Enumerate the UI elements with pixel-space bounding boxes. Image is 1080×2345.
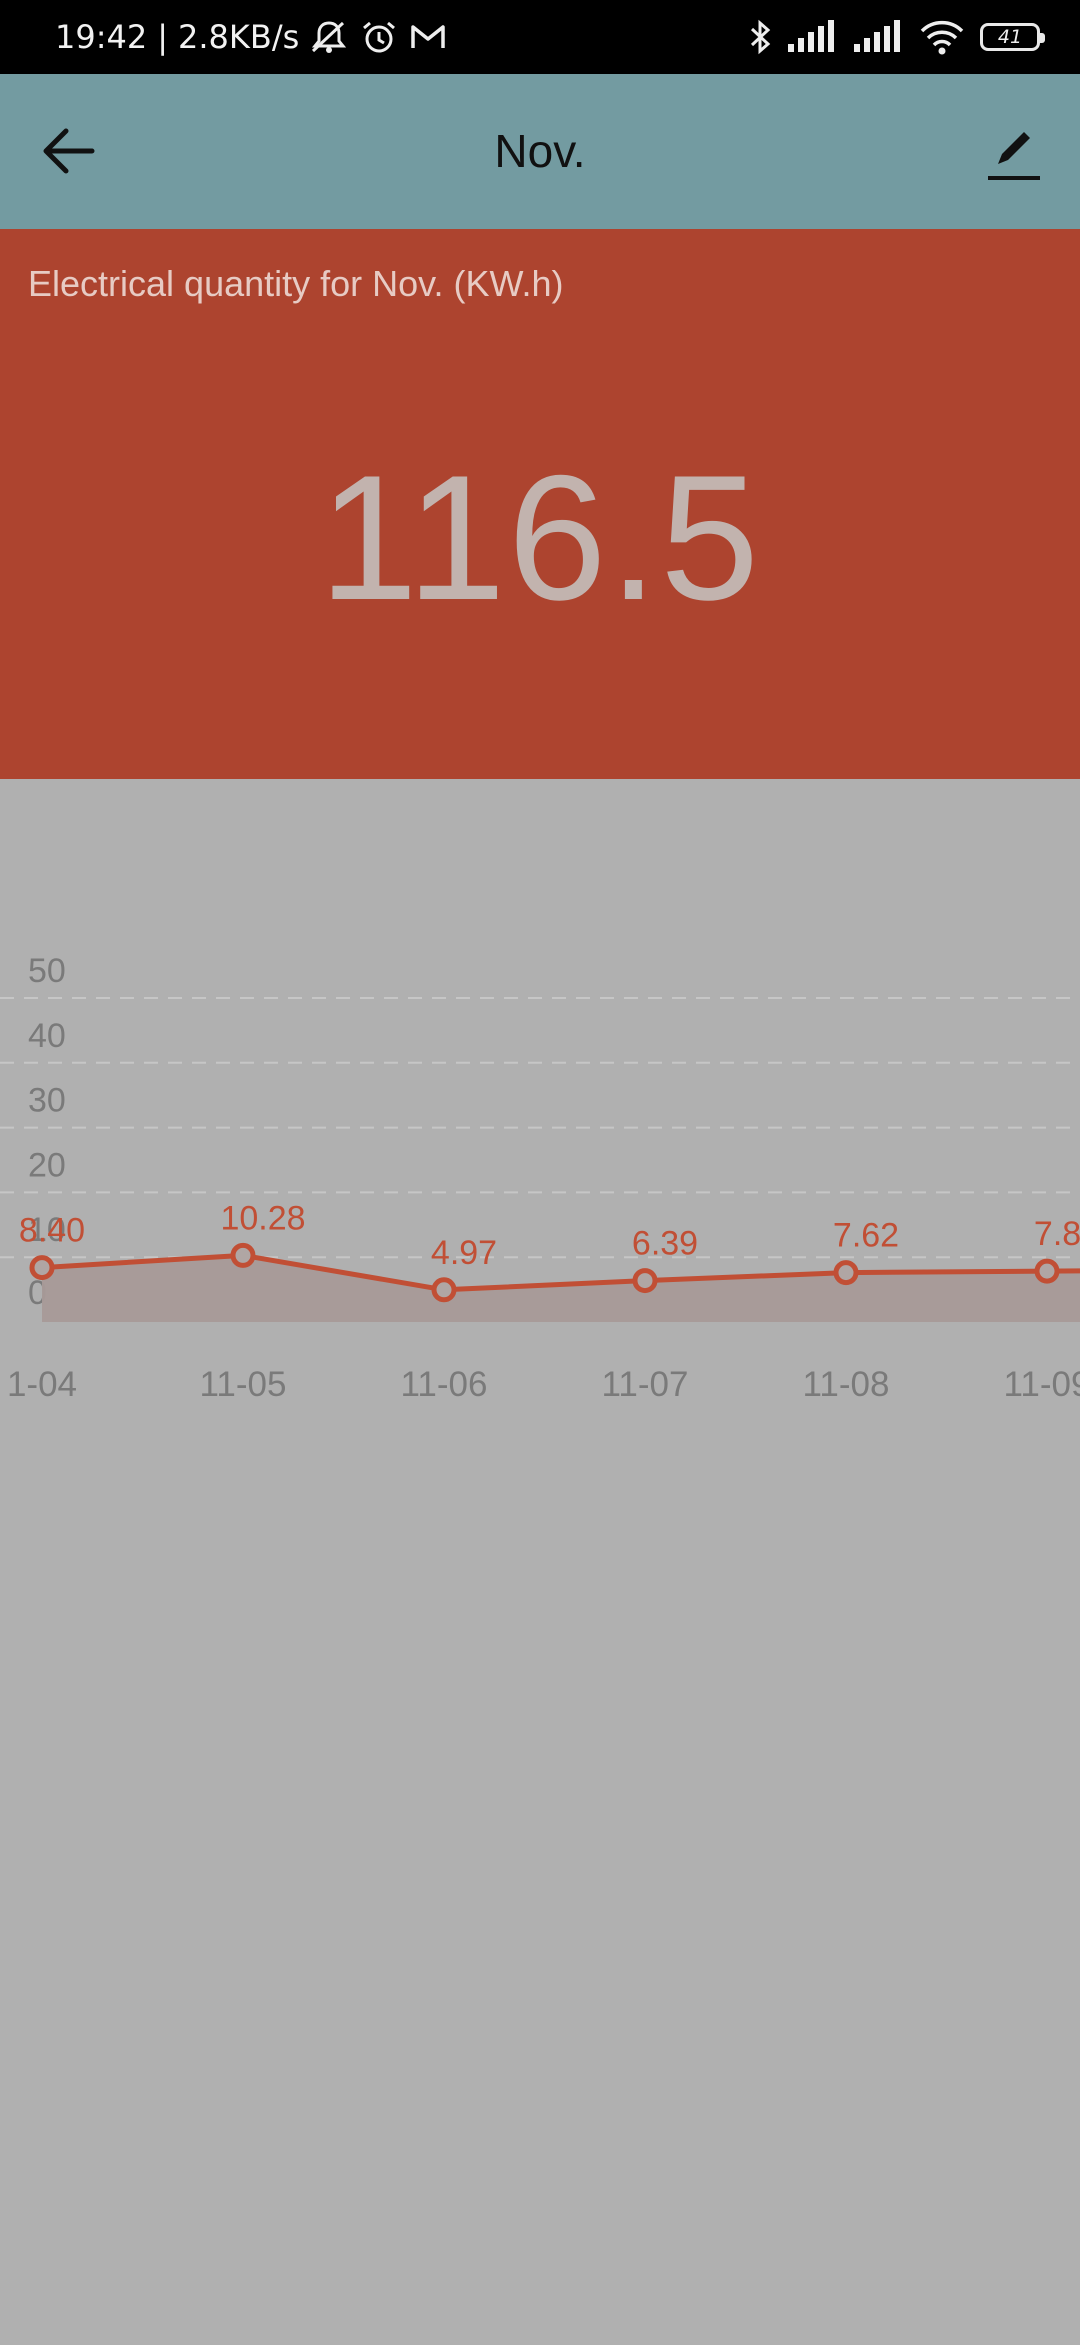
signal-icon xyxy=(852,20,904,54)
x-tick-label: 1-04 xyxy=(7,1365,77,1404)
gmail-icon xyxy=(409,22,447,52)
monthly-summary-card: Electrical quantity for Nov. (KW.h) 116.… xyxy=(0,229,1080,779)
bluetooth-icon xyxy=(748,18,772,56)
battery-icon: 41 xyxy=(980,23,1045,51)
status-separator: | xyxy=(157,18,168,56)
x-tick-label: 11-05 xyxy=(200,1365,287,1404)
summary-label: Electrical quantity for Nov. (KW.h) xyxy=(28,263,564,304)
battery-level: 41 xyxy=(997,26,1023,48)
summary-value: 116.5 xyxy=(318,438,762,637)
data-point xyxy=(431,1277,457,1303)
consumption-chart[interactable]: 010203040508.4010.284.976.397.627.851-04… xyxy=(0,779,1080,2340)
y-tick-label: 50 xyxy=(28,952,66,990)
data-label: 6.39 xyxy=(632,1225,698,1263)
y-tick-label: 20 xyxy=(28,1146,66,1184)
app-bar: Nov. xyxy=(0,74,1080,229)
data-point xyxy=(29,1255,55,1281)
y-tick-label: 40 xyxy=(28,1017,66,1055)
data-label: 10.28 xyxy=(220,1199,305,1237)
status-bar: 19:42 | 2.8KB/s 41 xyxy=(0,0,1080,74)
data-label: 7.62 xyxy=(833,1217,899,1255)
data-label: 4.97 xyxy=(431,1234,497,1272)
status-time: 19:42 xyxy=(55,18,148,56)
data-point xyxy=(1034,1258,1060,1284)
status-speed: 2.8KB/s xyxy=(178,18,300,56)
series-area xyxy=(42,1255,1080,1322)
x-tick-label: 11-06 xyxy=(401,1365,488,1404)
alarm-icon xyxy=(359,19,399,55)
data-point xyxy=(230,1242,256,1268)
bell-off-icon xyxy=(309,19,349,55)
x-tick-label: 11-07 xyxy=(602,1365,689,1404)
signal-icon xyxy=(786,20,838,54)
y-tick-label: 30 xyxy=(28,1082,66,1120)
data-label: 7.85 xyxy=(1034,1215,1080,1253)
chart-svg: 010203040508.4010.284.976.397.627.851-04… xyxy=(0,952,1080,1404)
data-label: 8.40 xyxy=(19,1212,85,1250)
page-title: Nov. xyxy=(494,125,586,177)
edit-button[interactable] xyxy=(982,120,1046,184)
pencil-icon xyxy=(988,132,1040,180)
data-point xyxy=(833,1260,859,1286)
data-point xyxy=(632,1268,658,1294)
x-tick-label: 11-09 xyxy=(1004,1365,1080,1404)
wifi-icon xyxy=(918,19,966,55)
x-tick-label: 11-08 xyxy=(803,1365,890,1404)
